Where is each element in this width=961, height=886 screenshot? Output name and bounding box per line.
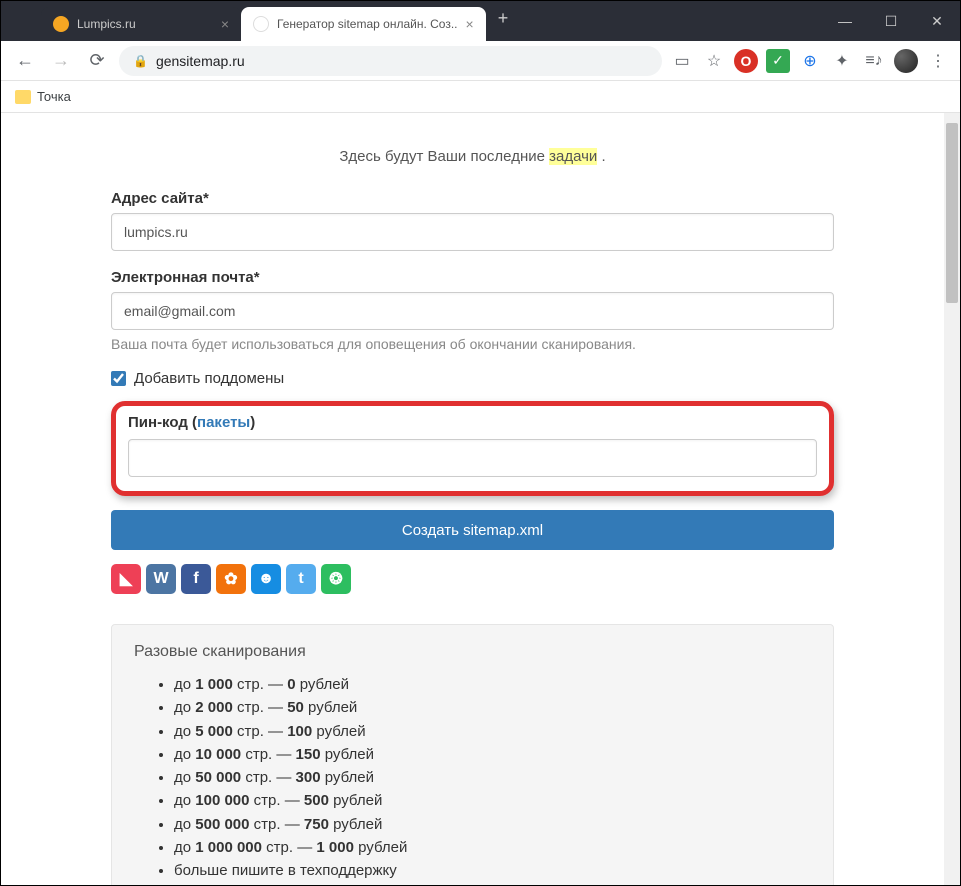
subdomains-label: Добавить поддомены [134,370,284,387]
new-tab-button[interactable]: + [486,8,521,29]
intro-text: Здесь будут Ваши последние задачи . [111,148,834,165]
favicon-icon [53,16,69,32]
subdomains-checkbox[interactable] [111,371,126,386]
share-fb-icon[interactable]: f [181,564,211,594]
menu-icon[interactable]: ⋮ [926,49,950,73]
star-icon[interactable]: ☆ [702,49,726,73]
pricing-row: до 5 000 стр. — 100 рублей [174,720,811,743]
pricing-row: до 1 000 стр. — 0 рублей [174,673,811,696]
tab-gensitemap[interactable]: Генератор sitemap онлайн. Соз.. × [241,7,486,41]
forward-button[interactable]: → [47,47,75,75]
pricing-row: до 50 000 стр. — 300 рублей [174,766,811,789]
email-label: Электронная почта* [111,269,834,286]
tab-lumpics[interactable]: Lumpics.ru × [41,7,241,41]
intro-post: . [597,148,605,165]
address-bar[interactable]: 🔒 gensitemap.ru [119,46,662,76]
pin-label: Пин-код (пакеты) [128,414,817,431]
url-text: gensitemap.ru [156,53,245,69]
browser-toolbar: ← → ⟳ 🔒 gensitemap.ru ▭ ☆ O ✓ ⊕ ✦ ≡♪ ⋮ [1,41,960,81]
share-ok-icon[interactable]: ✿ [216,564,246,594]
pin-highlight-box: Пин-код (пакеты) [111,401,834,496]
browser-titlebar: Lumpics.ru × Генератор sitemap онлайн. С… [1,1,960,41]
pricing-more: больше пишите в техподдержку [174,859,811,882]
globe-ext-icon[interactable]: ⊕ [798,49,822,73]
maximize-button[interactable]: ☐ [868,1,914,41]
pricing-row: до 100 000 стр. — 500 рублей [174,789,811,812]
intro-highlight: задачи [549,148,597,165]
site-input[interactable] [111,213,834,251]
vertical-scrollbar[interactable] [944,113,960,885]
close-window-button[interactable]: ✕ [914,1,960,41]
email-input[interactable] [111,292,834,330]
pricing-list: до 1 000 стр. — 0 рублейдо 2 000 стр. — … [134,673,811,882]
share-tw-icon[interactable]: t [286,564,316,594]
bookmarks-bar: Точка [1,81,960,113]
back-button[interactable]: ← [11,47,39,75]
cast-icon[interactable]: ▭ [670,49,694,73]
tab-title: Lumpics.ru [77,17,136,31]
email-field-group: Электронная почта* Ваша почта будет испо… [111,269,834,352]
share-mail-icon[interactable]: ☻ [251,564,281,594]
pricing-row: до 2 000 стр. — 50 рублей [174,696,811,719]
pricing-row: до 10 000 стр. — 150 рублей [174,743,811,766]
page-viewport: Здесь будут Ваши последние задачи . Адре… [1,113,944,885]
site-field-group: Адрес сайта* [111,190,834,251]
close-icon[interactable]: × [221,16,229,32]
social-row: ◣Wf✿☻t❂ [111,564,834,594]
close-icon[interactable]: × [466,16,474,32]
pricing-row: до 1 000 000 стр. — 1 000 рублей [174,836,811,859]
scrollbar-thumb[interactable] [946,123,958,303]
tab-title: Генератор sitemap онлайн. Соз.. [277,17,458,31]
share-pocket-icon[interactable]: ◣ [111,564,141,594]
submit-button[interactable]: Создать sitemap.xml [111,510,834,550]
check-ext-icon[interactable]: ✓ [766,49,790,73]
lock-icon: 🔒 [133,54,148,68]
bookmark-item[interactable]: Точка [37,89,71,104]
profile-avatar[interactable] [894,49,918,73]
pricing-box: Разовые сканирования до 1 000 стр. — 0 р… [111,624,834,885]
pin-input[interactable] [128,439,817,477]
share-ev-icon[interactable]: ❂ [321,564,351,594]
email-help: Ваша почта будет использоваться для опов… [111,336,834,352]
puzzle-ext-icon[interactable]: ✦ [830,49,854,73]
intro-pre: Здесь будут Ваши последние [339,148,549,165]
window-controls: — ☐ ✕ [822,1,960,41]
opera-ext-icon[interactable]: O [734,49,758,73]
playlist-icon[interactable]: ≡♪ [862,49,886,73]
pin-label-post: ) [250,414,255,431]
pricing-row: до 500 000 стр. — 750 рублей [174,813,811,836]
share-vk-icon[interactable]: W [146,564,176,594]
packages-link[interactable]: пакеты [197,414,250,431]
favicon-icon [253,16,269,32]
page-content: Здесь будут Ваши последние задачи . Адре… [1,113,944,885]
pricing-title: Разовые сканирования [134,643,811,661]
subdomains-row: Добавить поддомены [111,370,834,387]
pin-label-pre: Пин-код ( [128,414,197,431]
folder-icon [15,90,31,104]
reload-button[interactable]: ⟳ [83,47,111,75]
site-label: Адрес сайта* [111,190,834,207]
minimize-button[interactable]: — [822,1,868,41]
